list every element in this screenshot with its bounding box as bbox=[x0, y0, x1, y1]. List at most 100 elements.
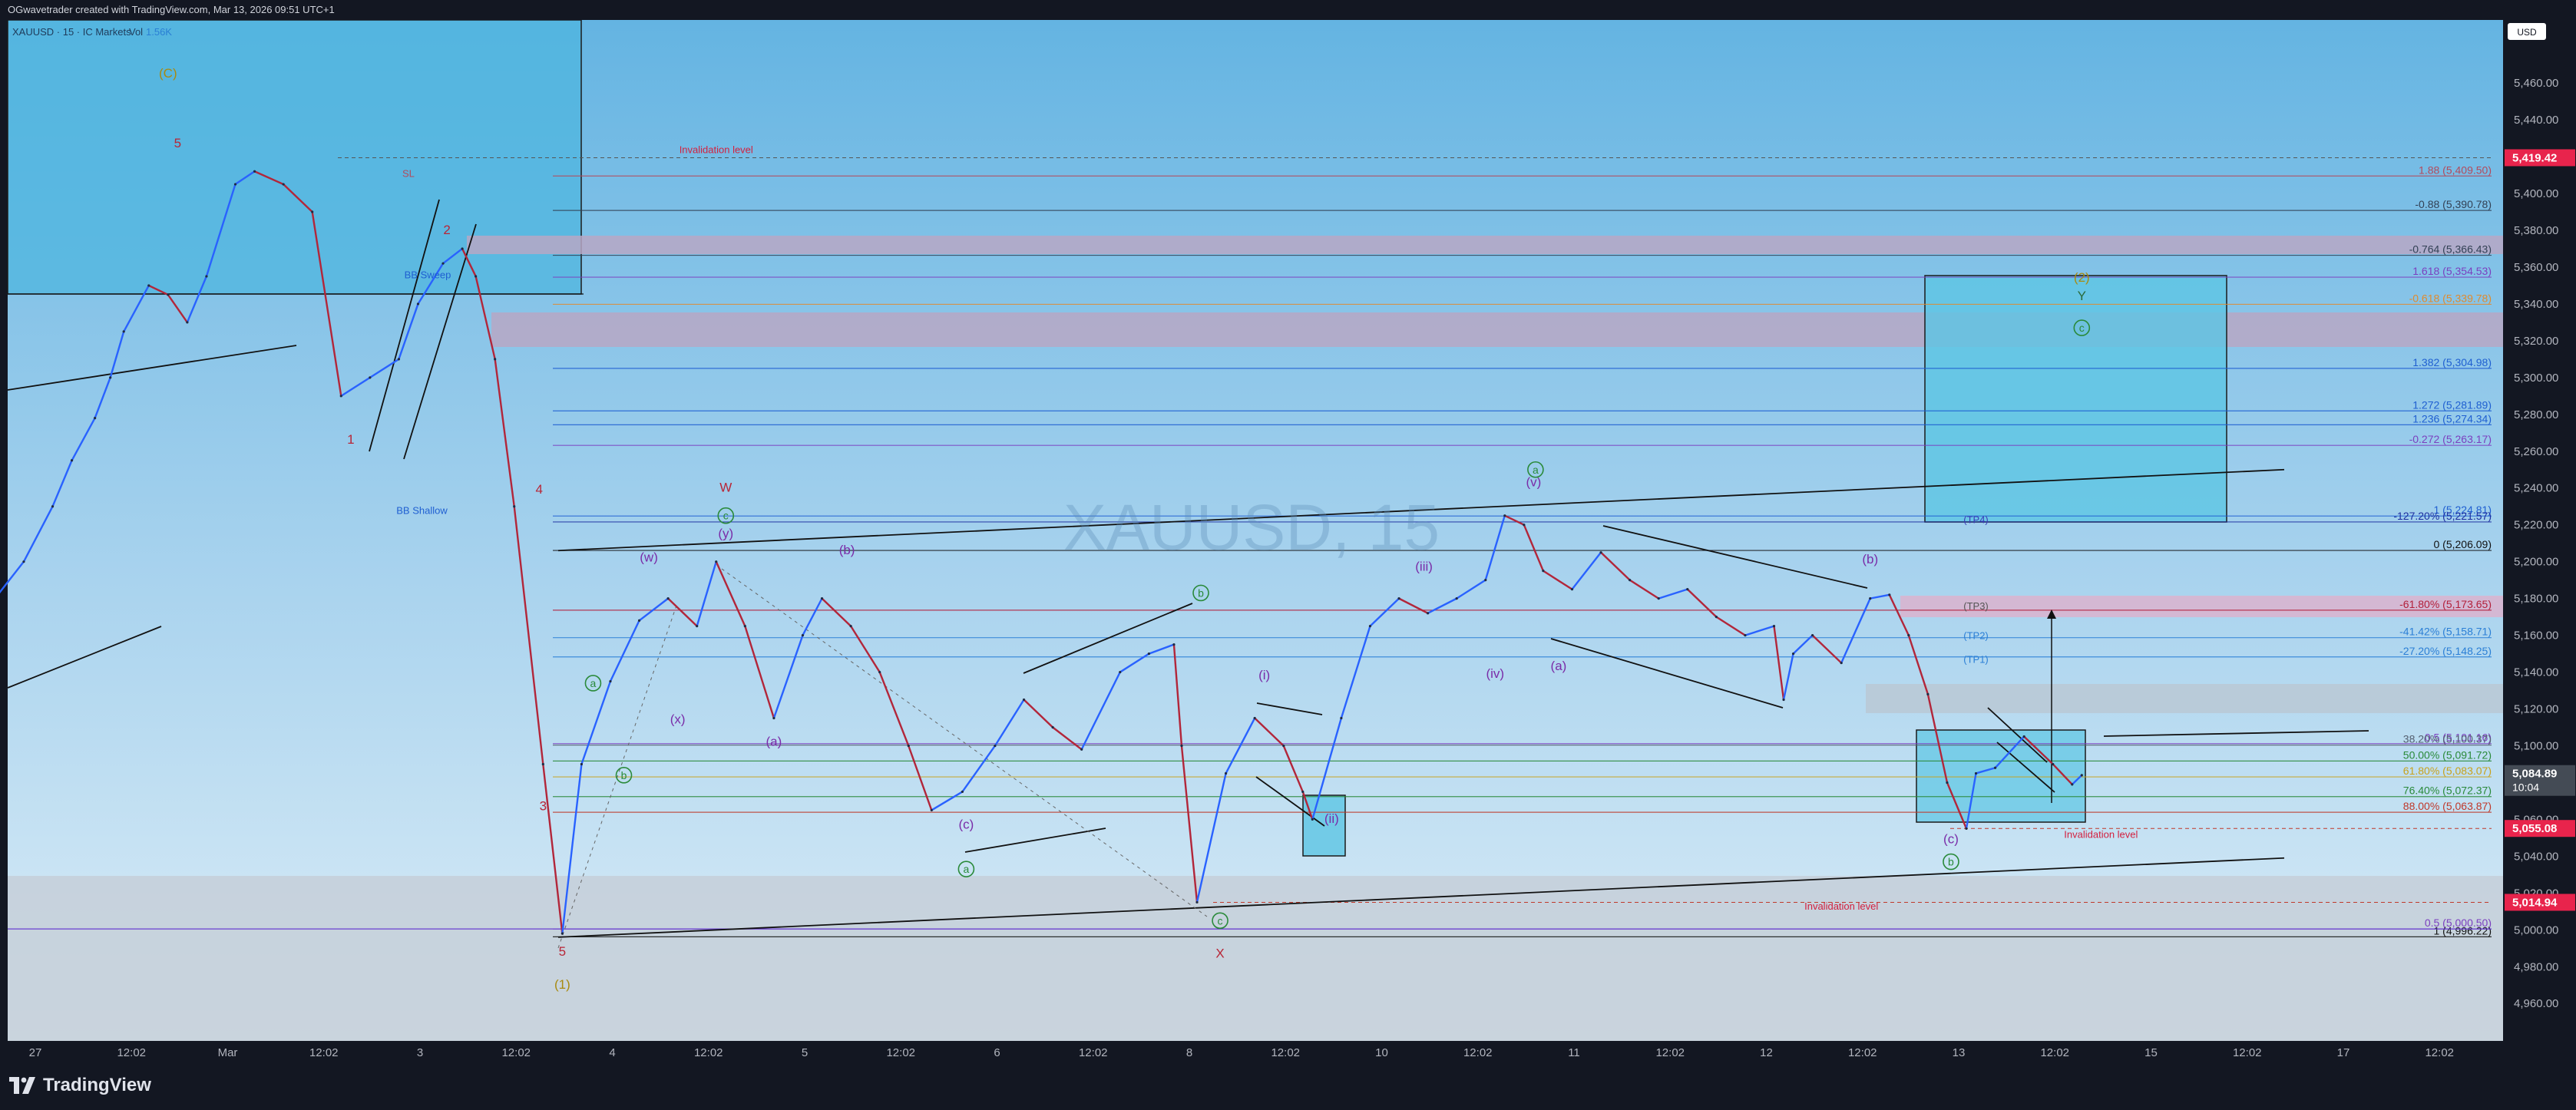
price-point bbox=[339, 395, 342, 398]
y-tick-label: 5,400.00 bbox=[2514, 187, 2558, 200]
y-tick-label: 5,180.00 bbox=[2514, 593, 2558, 606]
price-point bbox=[1888, 593, 1891, 596]
x-tick-label: 12:02 bbox=[2040, 1046, 2069, 1059]
price-point bbox=[1427, 612, 1430, 615]
fib-level-label: 1 (4,996.22) bbox=[2434, 924, 2492, 937]
brand-name: TradingView bbox=[43, 1075, 151, 1095]
y-tick-label: 5,440.00 bbox=[2514, 114, 2558, 127]
fib-level-label: -61.80% (5,173.65) bbox=[2399, 598, 2492, 610]
chart-annotation: (TP2) bbox=[1963, 629, 1989, 641]
wave-circle-label: a bbox=[964, 863, 970, 875]
price-point bbox=[1503, 514, 1506, 517]
price-tag-label: 5,055.08 bbox=[2512, 822, 2557, 835]
chart-annotation: (TP1) bbox=[1963, 654, 1989, 666]
y-tick-label: 5,340.00 bbox=[2514, 298, 2558, 311]
wave-circle-label: b bbox=[621, 769, 627, 781]
price-point bbox=[2080, 774, 2083, 777]
price-point bbox=[441, 262, 445, 265]
price-point bbox=[1946, 781, 1949, 785]
price-point bbox=[1840, 661, 1843, 665]
wave-label: (a) bbox=[1551, 659, 1567, 673]
x-tick-label: 15 bbox=[2144, 1046, 2158, 1059]
fib-level-label: 88.00% (5,063.87) bbox=[2403, 800, 2492, 812]
price-point bbox=[282, 183, 285, 186]
fib-level-label: -127.20% (5,221.57) bbox=[2393, 510, 2492, 522]
chart-annotation: Invalidation level bbox=[680, 144, 753, 155]
price-point bbox=[1926, 692, 1930, 695]
price-tag-label: 5,084.89 bbox=[2512, 768, 2557, 781]
mid-zone bbox=[1866, 684, 2503, 713]
legend: XAUUSD · 15 · IC Markets Vol 1.56K bbox=[12, 26, 172, 38]
wave-label: (x) bbox=[670, 712, 686, 727]
chart-annotation: SL bbox=[402, 167, 415, 179]
x-tick-label: 12:02 bbox=[501, 1046, 531, 1059]
y-tick-label: 5,040.00 bbox=[2514, 850, 2558, 863]
support-zone bbox=[8, 876, 2503, 1041]
wave-label: (C) bbox=[159, 66, 177, 81]
y-tick-label: 5,220.00 bbox=[2514, 519, 2558, 532]
wave-label: W bbox=[719, 481, 732, 495]
wave-label: (c) bbox=[958, 817, 974, 831]
price-point bbox=[1772, 625, 1776, 628]
price-point bbox=[1686, 588, 1689, 591]
fib-level-label: -41.42% (5,158.71) bbox=[2399, 626, 2492, 638]
y-tick-label: 5,140.00 bbox=[2514, 666, 2558, 679]
wave-label: (2) bbox=[2074, 270, 2090, 285]
price-point bbox=[580, 762, 584, 766]
price-point bbox=[494, 358, 497, 361]
price-point bbox=[1282, 744, 1285, 748]
y-tick-label: 5,300.00 bbox=[2514, 372, 2558, 385]
y-tick-label: 5,360.00 bbox=[2514, 261, 2558, 274]
x-tick-label: 12:02 bbox=[1079, 1046, 1108, 1059]
price-point bbox=[205, 275, 208, 278]
price-point bbox=[233, 183, 237, 186]
fib-level-label: 1.236 (5,274.34) bbox=[2412, 412, 2492, 425]
x-tick-label: 5 bbox=[802, 1046, 808, 1059]
price-point bbox=[1542, 570, 1545, 573]
price-point bbox=[743, 625, 746, 628]
y-tick-label: 5,240.00 bbox=[2514, 482, 2558, 495]
x-tick-label: Mar bbox=[218, 1046, 238, 1059]
price-point bbox=[311, 210, 314, 213]
price-point bbox=[801, 633, 805, 637]
price-point bbox=[1455, 597, 1458, 600]
price-point bbox=[1340, 716, 1343, 720]
wave-label: (ii) bbox=[1324, 811, 1339, 826]
price-point bbox=[51, 505, 55, 508]
tradingview-logo[interactable]: TradingView bbox=[9, 1075, 151, 1096]
x-tick-label: 8 bbox=[1186, 1046, 1192, 1059]
y-tick-label: 5,160.00 bbox=[2514, 629, 2558, 643]
price-tag-countdown: 10:04 bbox=[2512, 781, 2539, 794]
price-point bbox=[1022, 698, 1026, 702]
wave-label: (i) bbox=[1258, 668, 1270, 682]
x-tick-label: 12:02 bbox=[1655, 1046, 1685, 1059]
price-tag-label: 5,419.42 bbox=[2512, 151, 2557, 164]
price-point bbox=[541, 762, 544, 766]
wave-label: (w) bbox=[640, 550, 658, 565]
price-point bbox=[2052, 762, 2055, 766]
fib-level-label: -0.272 (5,263.17) bbox=[2409, 433, 2492, 445]
wave-label: 5 bbox=[559, 944, 566, 959]
wave-label: (iv) bbox=[1486, 666, 1504, 681]
price-point bbox=[70, 459, 74, 462]
x-tick-label: 12:02 bbox=[1848, 1046, 1877, 1059]
price-tag-label: 5,014.94 bbox=[2512, 896, 2558, 909]
fib-level-label: 38.20% (5,100.37) bbox=[2403, 733, 2492, 745]
wave-circle-label: c bbox=[723, 510, 729, 522]
y-tick-label: 5,000.00 bbox=[2514, 923, 2558, 937]
price-point bbox=[2022, 735, 2025, 738]
time-axis-background bbox=[0, 1041, 2503, 1062]
price-point bbox=[666, 597, 670, 600]
price-point bbox=[147, 284, 150, 287]
price-point bbox=[122, 330, 125, 333]
price-point bbox=[1397, 597, 1400, 600]
x-tick-label: 12:02 bbox=[1463, 1046, 1493, 1059]
price-point bbox=[2071, 783, 2074, 786]
price-chart[interactable]: 1.88 (5,409.50) -0.88 (5,390.78) -0.764 (5… bbox=[0, 20, 2576, 1062]
price-point bbox=[1715, 616, 1718, 619]
x-tick-label: 3 bbox=[417, 1046, 423, 1059]
price-point bbox=[849, 625, 852, 628]
x-tick-label: 27 bbox=[29, 1046, 42, 1059]
price-point bbox=[416, 302, 420, 306]
currency-button[interactable]: USD bbox=[2508, 23, 2546, 40]
